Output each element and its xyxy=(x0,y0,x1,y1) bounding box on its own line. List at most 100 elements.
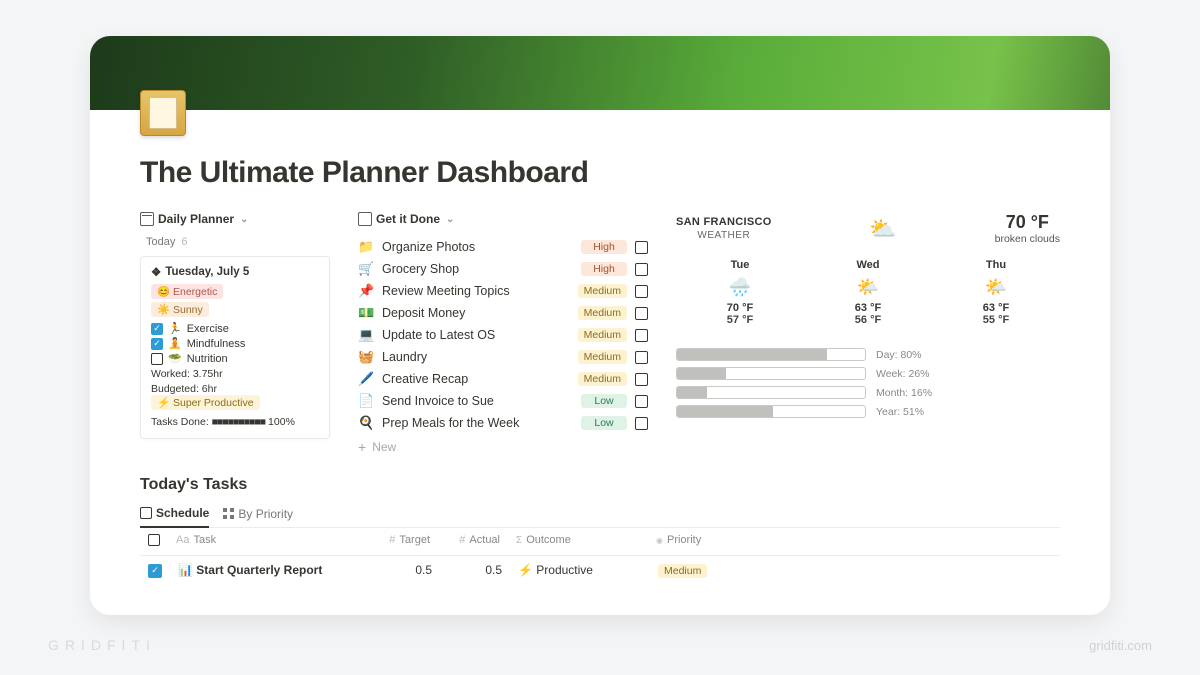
plus-icon: + xyxy=(358,440,366,454)
task-row[interactable]: 🛒Grocery ShopHigh xyxy=(358,258,648,280)
habit-row[interactable]: ✓🏃Exercise xyxy=(151,322,319,335)
col-task[interactable]: AaTask xyxy=(168,528,368,555)
task-row[interactable]: 🖊️Creative RecapMedium xyxy=(358,368,648,390)
progress-bar xyxy=(676,386,866,399)
progress-row: Year: 51% xyxy=(676,405,1060,418)
tab-schedule[interactable]: Schedule xyxy=(140,502,209,528)
progress-row: Day: 80% xyxy=(676,348,1060,361)
task-checkbox[interactable] xyxy=(635,307,648,320)
weather-location: SAN FRANCISCO xyxy=(676,216,772,228)
task-row[interactable]: 📌 Review Meeting Topics Medium xyxy=(358,280,648,302)
task-row[interactable]: 🧺LaundryMedium xyxy=(358,346,648,368)
page-icon[interactable] xyxy=(140,90,186,136)
task-name: Organize Photos xyxy=(382,240,573,254)
task-emoji: 🍳 xyxy=(358,415,374,431)
weather-tag: ☀️ Sunny xyxy=(151,302,209,317)
watermark-brand: GRIDFITI xyxy=(48,637,156,653)
weather-widget: SAN FRANCISCO WEATHER ⛅ 70 °F broken clo… xyxy=(676,212,1060,245)
chevron-down-icon: ⌄ xyxy=(446,214,454,225)
task-checkbox[interactable] xyxy=(635,329,648,342)
card-date: ❖ Tuesday, July 5 xyxy=(151,265,319,279)
progress-bar xyxy=(676,367,866,380)
task-row[interactable]: 💵 Deposit Money Medium xyxy=(358,302,648,324)
worked-hours: Worked: 3.75hr xyxy=(151,368,319,380)
daily-planner-view-toggle[interactable]: Daily Planner ⌄ xyxy=(140,212,330,226)
progress-widget: Day: 80% Week: 26% Month: 16% Year: 51% xyxy=(676,348,1060,418)
habit-row[interactable]: 🥗Nutrition xyxy=(151,352,319,365)
task-checkbox[interactable] xyxy=(635,395,648,408)
forecast-day: Tue🌧️70 °F57 °F xyxy=(727,259,753,326)
progress-label: Week: 26% xyxy=(876,368,930,380)
task-name: Prep Meals for the Week xyxy=(382,416,573,430)
priority-badge: Medium xyxy=(578,372,627,386)
task-checkbox[interactable] xyxy=(635,417,648,430)
today-card[interactable]: ❖ Tuesday, July 5 😊 Energetic ☀️ Sunny ✓… xyxy=(140,256,330,439)
task-checkbox[interactable] xyxy=(635,373,648,386)
mood-tag: 😊 Energetic xyxy=(151,284,223,299)
task-checkbox[interactable] xyxy=(635,263,648,276)
checkbox-icon[interactable] xyxy=(151,353,163,365)
view-label: Get it Done xyxy=(376,212,440,226)
task-emoji: 🧺 xyxy=(358,349,374,365)
productive-tag: ⚡ Super Productive xyxy=(151,395,260,410)
progress-label: Month: 16% xyxy=(876,387,932,399)
priority-badge: High xyxy=(581,240,627,254)
checkbox-icon[interactable]: ✓ xyxy=(151,323,163,335)
weather-now-temp: 70 °F xyxy=(995,212,1060,233)
habit-emoji: 🧘 xyxy=(168,337,182,350)
checkbox-icon[interactable]: ✓ xyxy=(151,338,163,350)
task-name: Review Meeting Topics xyxy=(382,284,570,298)
table-row[interactable]: ✓📊 Start Quarterly Report0.50.5⚡ Product… xyxy=(140,556,1060,584)
task-checkbox[interactable] xyxy=(635,351,648,364)
habit-row[interactable]: ✓🧘Mindfulness xyxy=(151,337,319,350)
board-icon xyxy=(223,508,234,519)
get-it-done-view-toggle[interactable]: Get it Done ⌄ xyxy=(358,212,648,226)
priority-badge: Low xyxy=(581,394,627,408)
new-task-button[interactable]: + New xyxy=(358,440,648,454)
priority-badge: High xyxy=(581,262,627,276)
budgeted-hours: Budgeted: 6hr xyxy=(151,383,319,395)
progress-bar xyxy=(676,405,866,418)
forecast-day: Thu🌤️63 °F55 °F xyxy=(983,259,1009,326)
task-row[interactable]: 🍳 Prep Meals for the Week Low xyxy=(358,412,648,434)
cover-image xyxy=(90,36,1110,110)
tab-by-priority[interactable]: By Priority xyxy=(223,502,293,527)
weather-now-desc: broken clouds xyxy=(995,233,1060,245)
col-outcome[interactable]: Outcome xyxy=(508,528,648,555)
task-row[interactable]: 💻Update to Latest OSMedium xyxy=(358,324,648,346)
row-checkbox[interactable]: ✓ xyxy=(148,564,162,578)
task-row[interactable]: 📁Organize PhotosHigh xyxy=(358,236,648,258)
cell-task: 📊 Start Quarterly Report xyxy=(170,557,370,583)
task-emoji: 💵 xyxy=(358,305,374,321)
cell-outcome: ⚡ Productive xyxy=(510,557,650,583)
priority-badge: Medium xyxy=(578,306,627,320)
cell-actual: 0.5 xyxy=(440,557,510,583)
priority-badge: Medium xyxy=(578,350,627,364)
task-emoji: 📌 xyxy=(358,283,374,299)
watermark-url: gridfiti.com xyxy=(1089,638,1152,653)
task-name: Grocery Shop xyxy=(382,262,573,276)
weather-sublabel: WEATHER xyxy=(676,230,772,241)
task-checkbox[interactable] xyxy=(635,285,648,298)
progress-bar xyxy=(676,348,866,361)
priority-badge: Low xyxy=(581,416,627,430)
app-window: The Ultimate Planner Dashboard Daily Pla… xyxy=(90,36,1110,615)
tasks-done: Tasks Done: ■■■■■■■■■■ 100% xyxy=(151,416,319,428)
col-target[interactable]: Target xyxy=(368,528,438,555)
progress-label: Year: 51% xyxy=(876,406,924,418)
weather-now-icon: ⛅ xyxy=(869,216,896,242)
col-actual[interactable]: Actual xyxy=(438,528,508,555)
forecast-day: Wed🌤️63 °F56 °F xyxy=(855,259,881,326)
table-icon xyxy=(140,507,152,519)
priority-badge: Medium xyxy=(578,284,627,298)
task-checkbox[interactable] xyxy=(635,241,648,254)
page-title: The Ultimate Planner Dashboard xyxy=(140,156,1060,190)
chevron-down-icon: ⌄ xyxy=(240,214,248,225)
task-name: Deposit Money xyxy=(382,306,570,320)
task-row[interactable]: 📄Send Invoice to SueLow xyxy=(358,390,648,412)
cell-target: 0.5 xyxy=(370,557,440,583)
task-name: Creative Recap xyxy=(382,372,570,386)
col-priority[interactable]: Priority xyxy=(648,528,748,555)
task-name: Update to Latest OS xyxy=(382,328,570,342)
list-icon xyxy=(358,212,372,226)
